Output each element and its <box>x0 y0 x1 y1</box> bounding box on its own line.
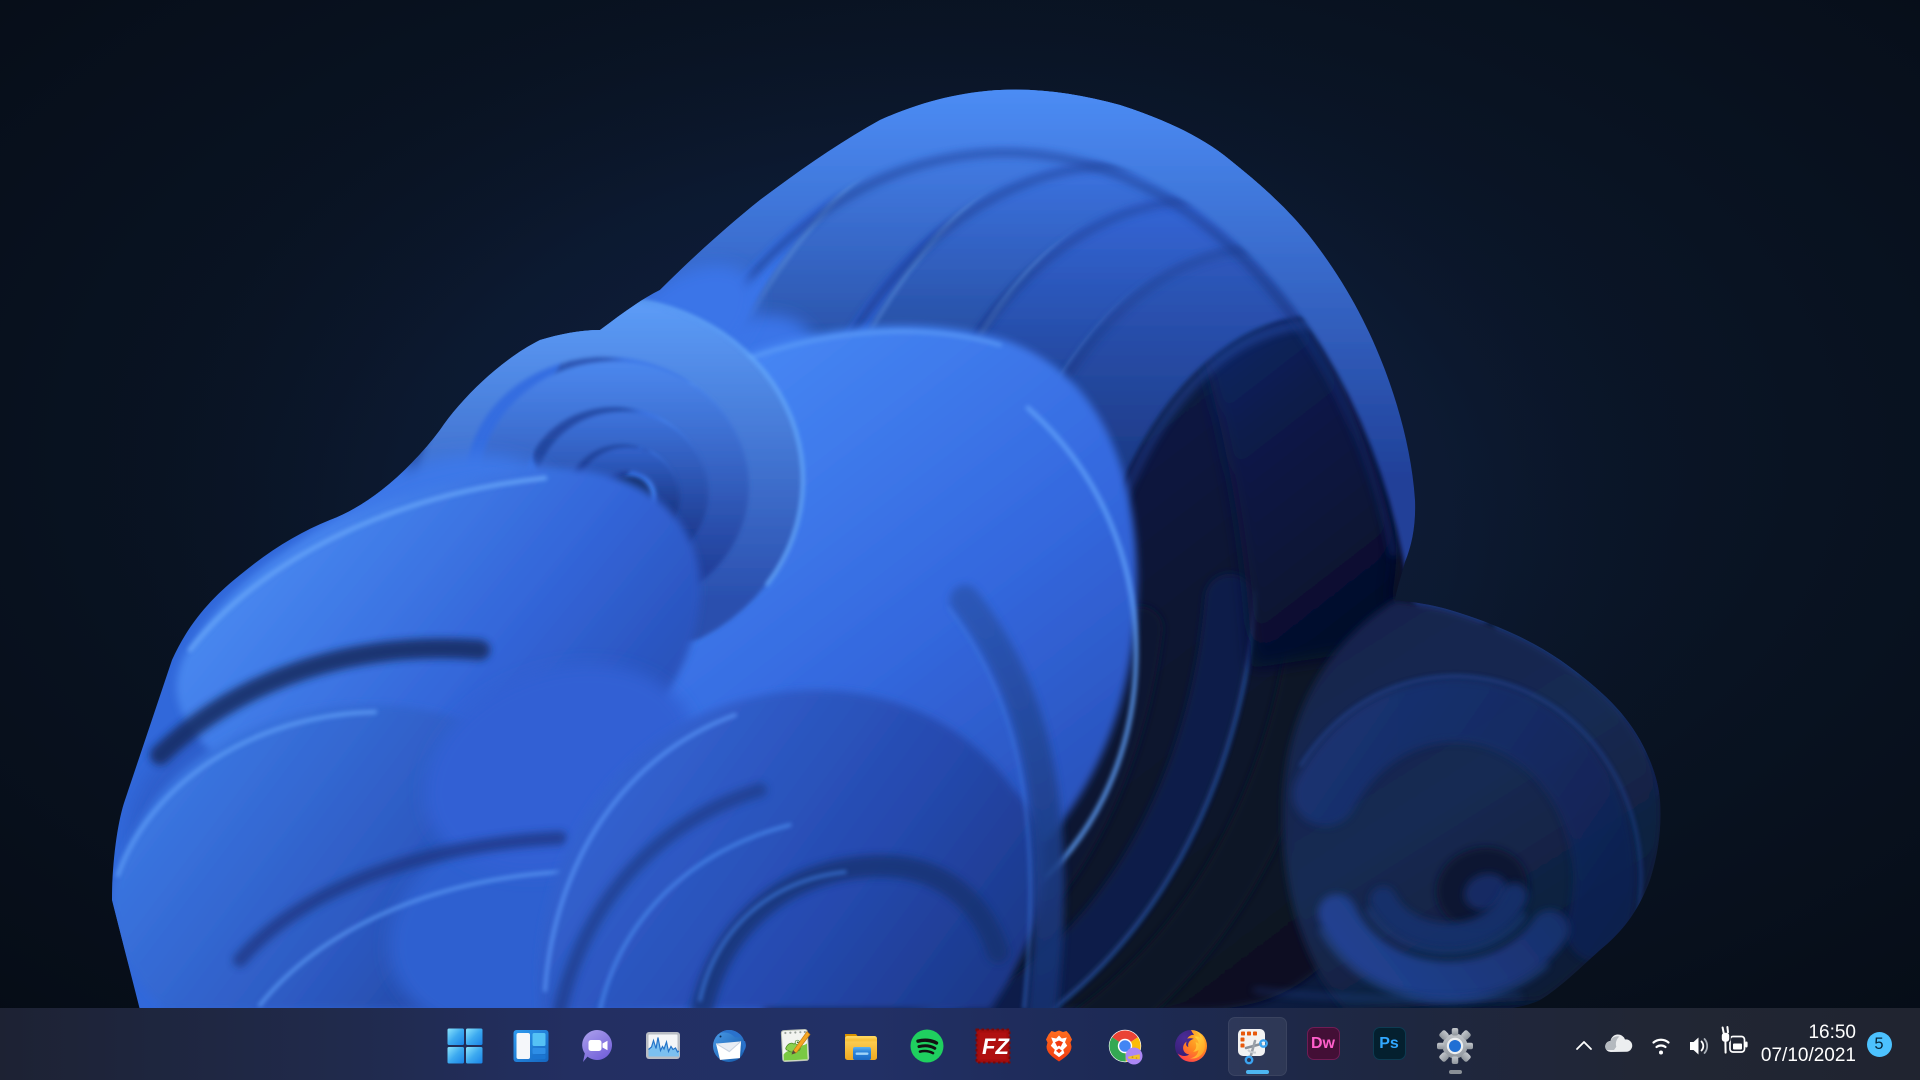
svg-text:FZ: FZ <box>982 1034 1010 1059</box>
